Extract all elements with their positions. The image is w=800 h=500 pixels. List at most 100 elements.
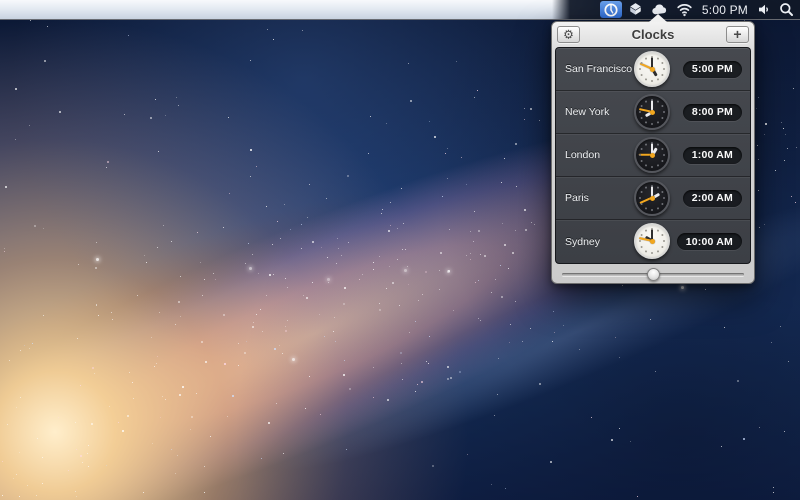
clock-icon xyxy=(603,2,619,18)
city-label: New York xyxy=(565,106,609,118)
clock-tick xyxy=(645,100,648,103)
clock-tick xyxy=(640,105,643,108)
clock-tick xyxy=(640,191,643,194)
analog-clock xyxy=(634,51,670,87)
clock-hub xyxy=(650,239,655,244)
clock-tick xyxy=(657,143,660,146)
time-pill: 8:00 PM xyxy=(683,104,742,121)
clock-tick xyxy=(661,234,664,237)
analog-clock xyxy=(634,94,670,130)
clock-tick xyxy=(639,197,641,199)
time-scrubber-knob[interactable] xyxy=(647,268,660,281)
time-pill: 10:00 AM xyxy=(677,233,742,250)
clock-tick xyxy=(640,74,643,77)
clock-tick xyxy=(640,117,643,120)
clock-tick xyxy=(661,62,664,65)
volume-icon xyxy=(757,2,771,17)
clock-tick xyxy=(639,154,641,156)
clock-tick xyxy=(645,143,648,146)
dropbox-menu-extra[interactable] xyxy=(626,0,645,19)
popover-title: Clocks xyxy=(632,27,675,42)
clock-tick xyxy=(639,240,641,242)
dropbox-icon xyxy=(628,2,643,17)
clock-tick xyxy=(651,228,653,230)
city-label: Sydney xyxy=(565,236,600,248)
clock-row: New York 8:00 PM xyxy=(556,91,750,134)
clock-tick xyxy=(661,191,664,194)
clock-tick xyxy=(663,197,665,199)
clock-tick xyxy=(651,56,653,58)
popover-arrow xyxy=(649,14,667,22)
clock-hub xyxy=(650,110,655,115)
menu-bar-clock-item[interactable]: 5:00 PM xyxy=(699,0,751,19)
clock-tick xyxy=(651,166,653,168)
clock-tick xyxy=(657,57,660,60)
clock-tick xyxy=(645,207,648,210)
clock-tick xyxy=(663,111,665,113)
clock-tick xyxy=(640,234,643,237)
clock-tick xyxy=(651,80,653,82)
city-label: San Francisco xyxy=(565,63,632,75)
popover-footer xyxy=(552,264,754,284)
time-pill: 1:00 AM xyxy=(683,147,742,164)
clock-tick xyxy=(651,123,653,125)
popover-header: ⚙ Clocks + xyxy=(552,22,754,47)
clock-tick xyxy=(640,148,643,151)
add-clock-button[interactable]: + xyxy=(726,26,749,43)
wifi-menu-extra[interactable] xyxy=(674,0,695,19)
clock-tick xyxy=(657,250,660,253)
settings-button[interactable]: ⚙ xyxy=(557,26,580,43)
spotlight-menu-extra[interactable] xyxy=(777,0,796,19)
clock-tick xyxy=(651,185,653,187)
clock-tick xyxy=(661,160,664,163)
clock-tick xyxy=(663,154,665,156)
plus-icon: + xyxy=(733,27,741,41)
clock-tick xyxy=(651,252,653,254)
analog-clock xyxy=(634,137,670,173)
clock-hub xyxy=(650,153,655,158)
time-pill: 2:00 AM xyxy=(683,190,742,207)
clock-tick xyxy=(661,117,664,120)
volume-menu-extra[interactable] xyxy=(755,0,773,19)
clock-tick xyxy=(640,203,643,206)
clock-hub xyxy=(650,67,655,72)
clock-tick xyxy=(651,209,653,211)
clock-row: San Francisco 5:00 PM xyxy=(556,48,750,91)
clock-tick xyxy=(661,74,664,77)
clock-tick xyxy=(651,99,653,101)
clock-tick xyxy=(639,111,641,113)
time-pill: 5:00 PM xyxy=(683,61,742,78)
clock-tick xyxy=(639,68,641,70)
clock-tick xyxy=(640,246,643,249)
clock-tick xyxy=(657,229,660,232)
clocks-menu-extra[interactable] xyxy=(600,1,622,18)
clock-tick xyxy=(661,105,664,108)
clock-tick xyxy=(663,68,665,70)
clock-tick xyxy=(663,240,665,242)
clock-tick xyxy=(645,186,648,189)
clock-hub xyxy=(650,196,655,201)
clock-tick xyxy=(661,148,664,151)
clock-tick xyxy=(661,246,664,249)
city-label: Paris xyxy=(565,192,589,204)
clock-tick xyxy=(657,207,660,210)
clock-tick xyxy=(645,78,648,81)
clock-tick xyxy=(657,78,660,81)
wifi-icon xyxy=(676,2,693,17)
clock-tick xyxy=(651,142,653,144)
gear-icon: ⚙ xyxy=(563,28,574,40)
clock-tick xyxy=(645,121,648,124)
clock-tick xyxy=(645,229,648,232)
spotlight-search-icon xyxy=(779,2,794,17)
menu-bar: 5:00 PM xyxy=(0,0,800,20)
clock-tick xyxy=(645,57,648,60)
clock-tick xyxy=(640,160,643,163)
menu-extras: 5:00 PM xyxy=(600,0,800,19)
clock-row: Sydney 10:00 AM xyxy=(556,220,750,263)
world-clock-list: San Francisco 5:00 PM New York 8:00 PM L… xyxy=(555,47,751,264)
analog-clock xyxy=(634,180,670,216)
clock-tick xyxy=(657,100,660,103)
clock-row: London 1:00 AM xyxy=(556,134,750,177)
clock-tick xyxy=(645,164,648,167)
clock-tick xyxy=(645,250,648,253)
